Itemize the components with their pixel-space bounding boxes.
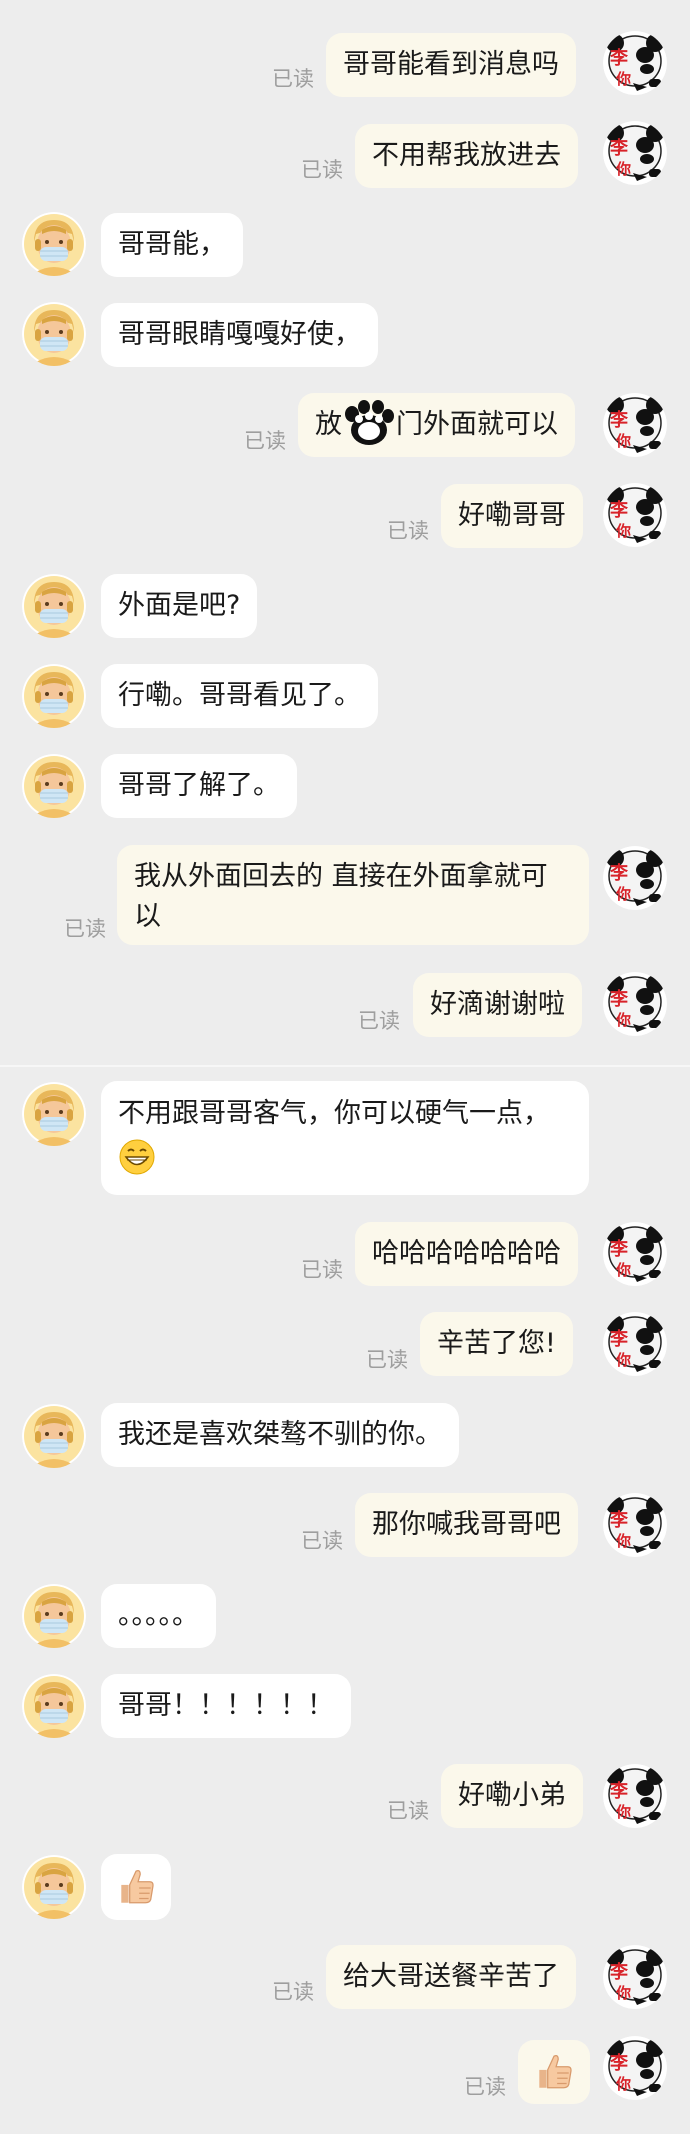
incoming-message-bubble[interactable] [101, 1854, 171, 1920]
outgoing-message-bubble[interactable]: 辛苦了您! [420, 1312, 573, 1376]
panda-meme-avatar[interactable] [603, 1764, 667, 1828]
outgoing-message-bubble[interactable]: 不用帮我放进去 [355, 124, 578, 188]
panda-meme-avatar[interactable] [603, 846, 667, 910]
message-text-part: 放 [315, 409, 342, 440]
panda-meme-avatar[interactable] [603, 1222, 667, 1286]
paw-icon [342, 400, 396, 446]
masked-person-avatar[interactable] [22, 1584, 86, 1648]
read-receipt: 已读 [387, 519, 429, 543]
incoming-message-bubble[interactable]: 不用跟哥哥客气，你可以硬气一点， [101, 1081, 589, 1195]
panda-meme-avatar[interactable] [603, 1945, 667, 2009]
incoming-message-bubble[interactable]: 哥哥！！！！！！ [101, 1674, 351, 1738]
read-receipt: 已读 [301, 158, 343, 182]
panda-meme-avatar[interactable] [603, 2036, 667, 2100]
masked-person-avatar[interactable] [22, 1082, 86, 1146]
read-receipt: 已读 [272, 67, 314, 91]
outgoing-message-bubble[interactable]: 给大哥送餐辛苦了 [326, 1945, 576, 2009]
incoming-message-bubble[interactable]: 哥哥眼睛嘎嘎好使， [101, 303, 378, 367]
panda-meme-avatar[interactable] [603, 1312, 667, 1376]
outgoing-message-bubble[interactable]: 我从外面回去的 直接在外面拿就可以 [117, 845, 589, 945]
read-receipt: 已读 [358, 1009, 400, 1033]
incoming-message-bubble[interactable]: 。。。。。 [101, 1584, 216, 1648]
outgoing-message-bubble[interactable]: 好嘞小弟 [441, 1764, 583, 1828]
read-receipt: 已读 [301, 1529, 343, 1553]
read-receipt: 已读 [387, 1799, 429, 1823]
panda-meme-avatar[interactable] [603, 483, 667, 547]
outgoing-message-bubble[interactable]: 那你喊我哥哥吧 [355, 1493, 578, 1557]
masked-person-avatar[interactable] [22, 664, 86, 728]
read-receipt: 已读 [366, 1348, 408, 1372]
read-receipt: 已读 [244, 429, 286, 453]
incoming-message-bubble[interactable]: 哥哥了解了。 [101, 754, 297, 818]
message-text-part: 门外面就可以 [396, 409, 558, 440]
outgoing-message-bubble[interactable]: 放 门外面就可以 [298, 393, 575, 457]
thumbs-up-emoji-icon [115, 1866, 157, 1908]
read-receipt: 已读 [464, 2075, 506, 2099]
panda-meme-avatar[interactable] [603, 393, 667, 457]
panda-meme-avatar[interactable] [603, 1493, 667, 1557]
read-receipt: 已读 [301, 1258, 343, 1282]
outgoing-message-bubble[interactable]: 好滴谢谢啦 [413, 973, 582, 1037]
masked-person-avatar[interactable] [22, 302, 86, 366]
panda-meme-avatar[interactable] [603, 121, 667, 185]
grin-emoji-icon [118, 1136, 156, 1178]
masked-person-avatar[interactable] [22, 212, 86, 276]
incoming-message-bubble[interactable]: 哥哥能， [101, 213, 243, 277]
message-text: 不用跟哥哥客气，你可以硬气一点， [118, 1098, 550, 1129]
incoming-message-bubble[interactable]: 外面是吧? [101, 574, 258, 638]
read-receipt: 已读 [64, 917, 106, 941]
masked-person-avatar[interactable] [22, 1674, 86, 1738]
incoming-message-bubble[interactable]: 行嘞。哥哥看见了。 [101, 664, 378, 728]
masked-person-avatar[interactable] [22, 754, 86, 818]
outgoing-message-bubble[interactable]: 哈哈哈哈哈哈哈 [355, 1222, 578, 1286]
panda-meme-avatar[interactable] [603, 972, 667, 1036]
masked-person-avatar[interactable] [22, 1855, 86, 1919]
panda-meme-avatar[interactable] [603, 31, 667, 95]
masked-person-avatar[interactable] [22, 574, 86, 638]
masked-person-avatar[interactable] [22, 1404, 86, 1468]
divider [0, 1065, 690, 1067]
outgoing-message-bubble[interactable] [518, 2040, 590, 2104]
read-receipt: 已读 [272, 1980, 314, 2004]
thumbs-up-emoji-icon [533, 2051, 575, 2093]
outgoing-message-bubble[interactable]: 哥哥能看到消息吗 [326, 33, 576, 97]
outgoing-message-bubble[interactable]: 好嘞哥哥 [441, 484, 583, 548]
incoming-message-bubble[interactable]: 我还是喜欢桀骜不驯的你。 [101, 1403, 459, 1467]
